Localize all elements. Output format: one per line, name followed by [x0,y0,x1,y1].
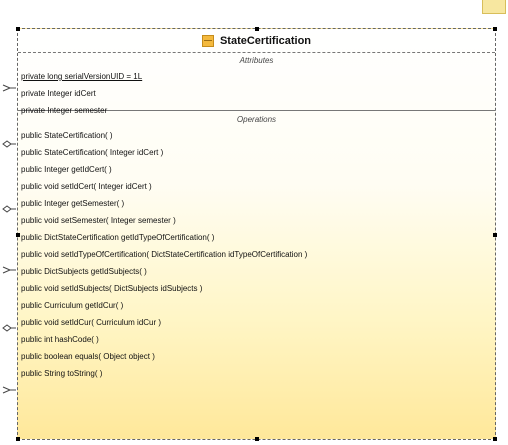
operation-row[interactable]: public DictSubjects getIdSubjects( ) [18,263,495,280]
operation-row[interactable]: public boolean equals( Object object ) [18,348,495,365]
diamond-aggregation-icon[interactable] [2,204,16,214]
operation-row[interactable]: public DictStateCertification getIdTypeO… [18,229,495,246]
resize-handle-right[interactable] [493,233,497,237]
diamond-aggregation-icon[interactable] [2,323,16,333]
association-arrow-icon[interactable] [2,385,16,395]
operations-section[interactable]: Operations public StateCertification( ) … [18,111,495,382]
class-icon [201,34,214,47]
resize-handle-top-right[interactable] [493,27,497,31]
resize-handle-bottom-left[interactable] [16,437,20,441]
class-header[interactable]: StateCertification [18,29,495,53]
resize-handle-bottom-right[interactable] [493,437,497,441]
operation-row[interactable]: public Integer getIdCert( ) [18,161,495,178]
operation-row[interactable]: public StateCertification( Integer idCer… [18,144,495,161]
attributes-section[interactable]: Attributes private long serialVersionUID… [18,53,495,115]
operation-row[interactable]: public String toString( ) [18,365,495,382]
operation-row[interactable]: public StateCertification( ) [18,127,495,144]
association-arrow-icon[interactable] [2,265,16,275]
operation-row[interactable]: public void setIdCert( Integer idCert ) [18,178,495,195]
class-node[interactable]: StateCertification Attributes private lo… [16,27,497,441]
diagram-canvas: StateCertification Attributes private lo… [0,0,508,445]
class-title: StateCertification [219,34,312,47]
operation-row[interactable]: public void setIdTypeOfCertification( Di… [18,246,495,263]
attribute-row[interactable]: private long serialVersionUID = 1L [18,68,495,85]
operation-row[interactable]: public int hashCode( ) [18,331,495,348]
operation-row[interactable]: public void setSemester( Integer semeste… [18,212,495,229]
resize-handle-top-left[interactable] [16,27,20,31]
operation-row[interactable]: public void setIdCur( Curriculum idCur ) [18,314,495,331]
resize-handle-bottom[interactable] [255,437,259,441]
resize-handle-top[interactable] [255,27,259,31]
operation-row[interactable]: public Curriculum getIdCur( ) [18,297,495,314]
note-shape[interactable] [482,0,506,14]
attribute-row[interactable]: private Integer idCert [18,85,495,102]
diamond-aggregation-icon[interactable] [2,139,16,149]
operation-row[interactable]: public Integer getSemester( ) [18,195,495,212]
operation-row[interactable]: public void setIdSubjects( DictSubjects … [18,280,495,297]
resize-handle-left[interactable] [16,233,20,237]
association-arrow-icon[interactable] [2,83,16,93]
attributes-heading: Attributes [239,56,274,65]
